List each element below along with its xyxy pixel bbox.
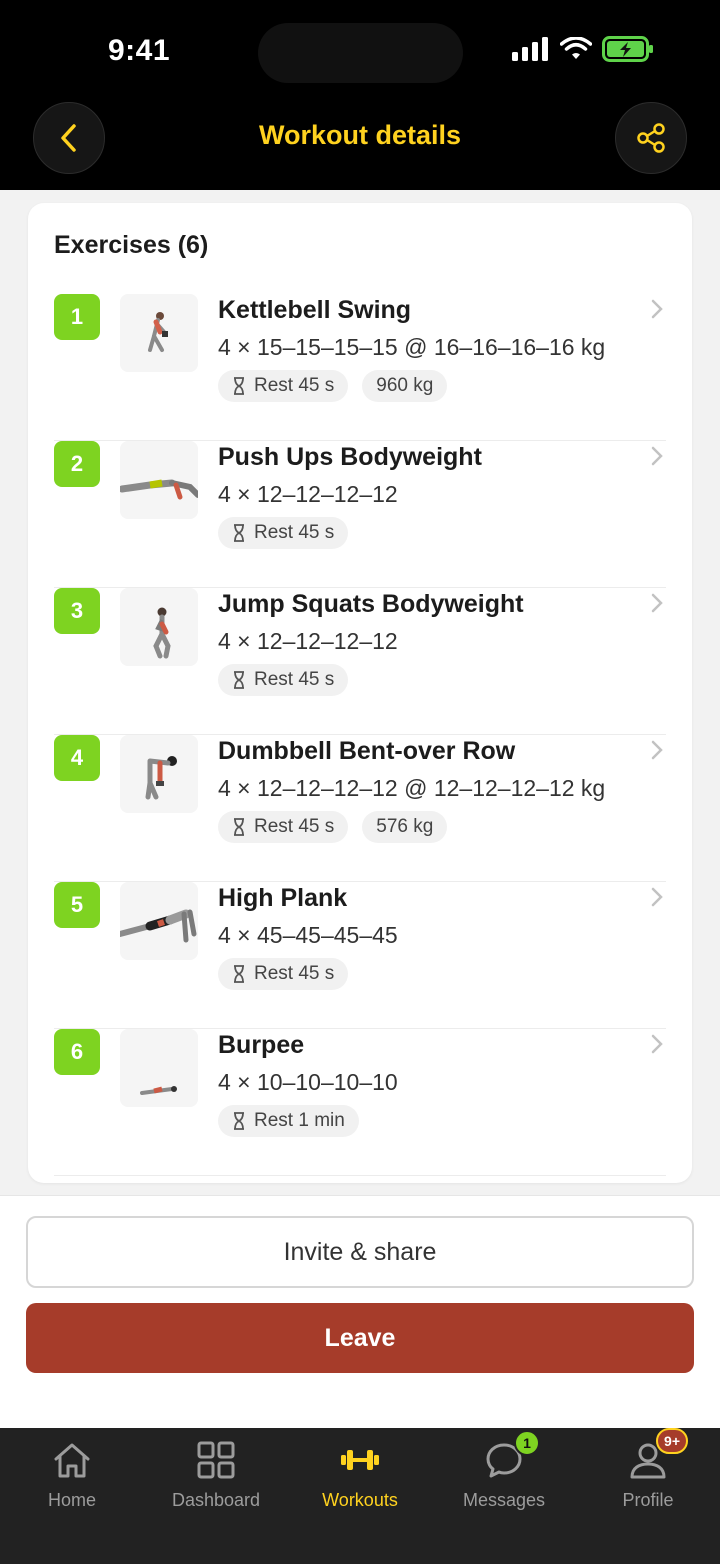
hourglass-icon [234,671,244,689]
leave-button[interactable]: Leave [26,1303,694,1373]
rest-label: Rest 45 s [254,375,335,396]
home-icon [50,1438,94,1482]
exercise-sets: 4 × 12–12–12–12 @ 12–12–12–12 kg [218,775,606,801]
chevron-right-icon [651,593,663,613]
exercise-thumbnail [120,882,198,960]
exercise-name: Dumbbell Bent-over Row [218,737,516,765]
rest-label: Rest 45 s [254,963,335,984]
exercise-item[interactable]: 4 Dumbbell Bent-over Row 4 × 12–12–12–12… [54,735,666,882]
exercise-item[interactable]: 6 Burpee 4 × 10–10–10–10 Rest 1 min [54,1029,666,1176]
chat-icon: 1 [482,1430,540,1482]
exercise-number: 5 [54,882,100,928]
hourglass-icon [234,818,244,836]
profile-icon: 9+ [626,1428,688,1482]
tab-label: Profile [622,1490,674,1510]
tab-workouts[interactable]: Workouts [288,1438,432,1518]
chevron-right-icon [651,1034,663,1054]
rest-label: Rest 45 s [254,669,335,690]
hourglass-icon [234,524,244,542]
exercise-name: Burpee [218,1031,305,1059]
exercises-card: Exercises (6) 1 Kettlebell Swing 4 × 15–… [28,203,692,1183]
exercise-name: Jump Squats Bodyweight [218,590,524,618]
tab-messages[interactable]: 1 Messages [432,1430,576,1518]
volume-label: 960 kg [376,375,434,396]
invite-share-button[interactable]: Invite & share [26,1216,694,1288]
exercise-thumbnail [120,294,198,372]
exercise-sets: 4 × 10–10–10–10 [218,1069,398,1095]
status-time: 9:41 [108,34,171,67]
signal-icon [512,37,548,61]
exercise-thumbnail [120,441,198,519]
tab-home[interactable]: Home [0,1438,144,1518]
profile-badge: 9+ [656,1428,688,1454]
volume-tag: 576 kg [362,811,448,843]
exercise-item[interactable]: 5 High Plank 4 × 45–45–45–45 Rest 45 s [54,882,666,1029]
top-header: 9:41 Workout details [0,0,720,190]
tab-profile[interactable]: 9+ Profile [576,1428,720,1518]
chevron-right-icon [651,887,663,907]
volume-tag: 960 kg [362,370,448,402]
messages-badge: 1 [514,1430,540,1456]
content-area: Exercises (6) 1 Kettlebell Swing 4 × 15–… [0,190,720,1195]
rest-tag: Rest 1 min [218,1105,359,1137]
rest-label: Rest 45 s [254,816,335,837]
wifi-icon [560,37,592,59]
exercise-item[interactable]: 3 Jump Squats Bodyweight 4 × 12–12–12–12… [54,588,666,735]
exercise-sets: 4 × 12–12–12–12 [218,481,398,507]
dashboard-icon [194,1438,238,1482]
volume-label: 576 kg [376,816,434,837]
tab-label: Messages [462,1490,546,1510]
exercise-thumbnail [120,1029,198,1107]
hourglass-icon [234,377,244,395]
exercise-number: 3 [54,588,100,634]
chevron-right-icon [651,446,663,466]
share-icon [637,123,665,153]
chevron-right-icon [651,299,663,319]
rest-tag: Rest 45 s [218,811,349,843]
exercise-item[interactable]: 2 Push Ups Bodyweight 4 × 12–12–12–12 Re… [54,441,666,588]
action-area: Invite & share Leave [0,1195,720,1428]
exercise-number: 4 [54,735,100,781]
status-bar: 9:41 [0,0,720,100]
tab-label: Home [47,1490,96,1510]
tab-bar: Home Dashboard Workouts 1 Messages 9+ Pr… [0,1428,720,1564]
exercise-sets: 4 × 15–15–15–15 @ 16–16–16–16 kg [218,334,606,360]
exercise-name: Kettlebell Swing [218,296,412,324]
exercise-number: 6 [54,1029,100,1075]
exercise-thumbnail [120,588,198,666]
chevron-right-icon [651,740,663,760]
rest-tag: Rest 45 s [218,517,349,549]
exercise-name: Push Ups Bodyweight [218,443,482,471]
status-icons [512,36,654,62]
tab-label: Dashboard [171,1490,261,1510]
page-title: Workout details [258,120,462,150]
rest-tag: Rest 45 s [218,958,349,990]
tab-dashboard[interactable]: Dashboard [144,1438,288,1518]
exercises-title: Exercises (6) [54,231,209,259]
rest-label: Rest 45 s [254,522,335,543]
hourglass-icon [234,1112,244,1130]
exercise-sets: 4 × 12–12–12–12 [218,628,398,654]
tab-label: Workouts [322,1490,398,1510]
share-button[interactable] [615,102,687,174]
exercise-thumbnail [120,735,198,813]
exercise-number: 2 [54,441,100,487]
rest-tag: Rest 45 s [218,370,349,402]
hourglass-icon [234,965,244,983]
exercise-number: 1 [54,294,100,340]
exercise-item[interactable]: 1 Kettlebell Swing 4 × 15–15–15–15 @ 16–… [54,294,666,441]
battery-icon [602,36,653,62]
exercise-sets: 4 × 45–45–45–45 [218,922,398,948]
dynamic-island [258,23,463,83]
dumbbell-icon [338,1438,382,1482]
exercise-name: High Plank [218,884,348,912]
rest-label: Rest 1 min [254,1110,345,1131]
rest-tag: Rest 45 s [218,664,349,696]
